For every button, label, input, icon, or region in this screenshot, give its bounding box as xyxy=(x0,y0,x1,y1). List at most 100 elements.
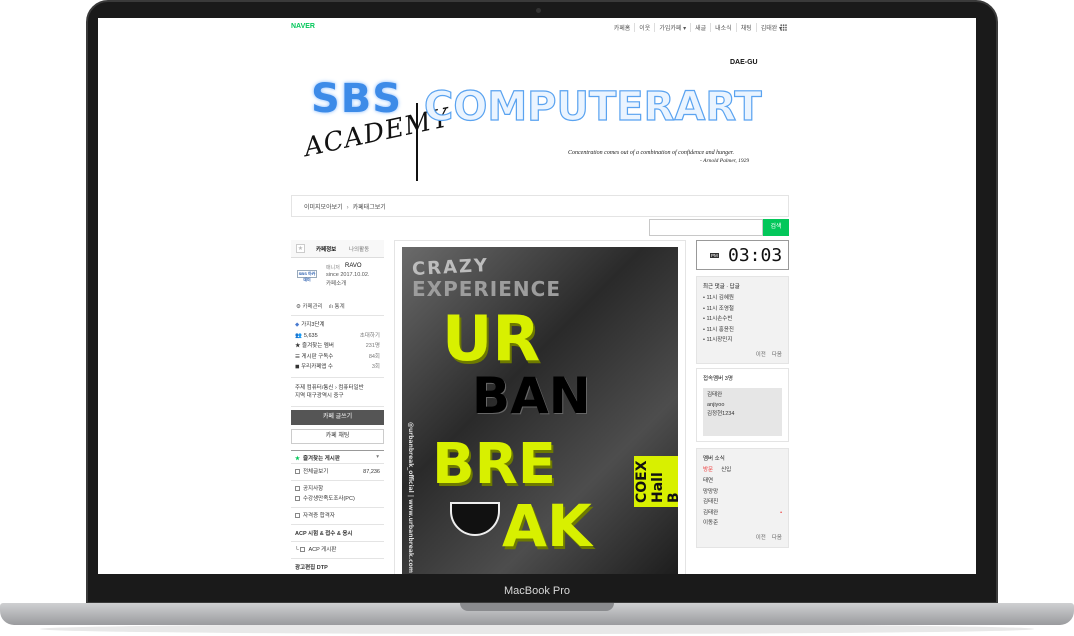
next-button[interactable]: 다음 xyxy=(772,352,782,358)
cafe-manage-link[interactable]: ⚙ 카페관리 xyxy=(296,304,323,310)
poster-venue: COEX Hall B xyxy=(634,456,678,507)
board-icon xyxy=(295,485,300,491)
tab-cafe-info[interactable]: 카페정보 xyxy=(316,245,336,253)
prev-button[interactable]: 이전 xyxy=(756,535,766,541)
section-acp: ACP 시험 & 접수 & 응시 xyxy=(291,525,384,542)
comment-item[interactable]: • 11시 김혜원 xyxy=(703,293,782,304)
crumb-separator: › xyxy=(346,205,349,211)
menu-cert-passers[interactable]: 자격증 합격자 xyxy=(303,513,335,519)
fav-boards-header[interactable]: ★ 즐겨찾는 게시판 ▾ xyxy=(291,449,384,464)
invite-link[interactable]: 초대하기 xyxy=(360,331,380,342)
cafe-intro-link[interactable]: 카페소개 xyxy=(326,279,346,287)
clock-ampm: PM xyxy=(710,253,719,258)
nav-cafe-home[interactable]: 카페홈 xyxy=(610,23,635,32)
tab-my-activity[interactable]: 나의활동 xyxy=(349,245,369,253)
comment-item[interactable]: • 11시 조영철 xyxy=(703,304,782,315)
manager-label: 매니저 xyxy=(326,265,340,271)
nav-joined-cafes[interactable]: 가입카페 ▾ xyxy=(654,23,690,32)
member-item[interactable]: 김태완 • xyxy=(703,508,782,519)
member-item[interactable]: 김태진 xyxy=(703,497,782,508)
poster-ban: BAN xyxy=(472,367,591,425)
write-post-button[interactable]: 카페 글쓰기 xyxy=(291,409,384,425)
laptop-shadow xyxy=(40,624,1034,634)
crumb-image-view[interactable]: 이미지모아보기 xyxy=(304,205,343,211)
member-count[interactable]: 5,635 xyxy=(304,333,318,339)
topic-line: 주제 컴퓨터/통신 › 컴퓨터일반 xyxy=(295,384,364,391)
cafe-search-input[interactable] xyxy=(649,219,763,236)
online-members-box: 접속멤버 3명 김태완 anjiyoo 김정현1234 xyxy=(696,368,789,442)
cafe-chat-button[interactable]: 카페 채팅 xyxy=(291,428,384,444)
banner-quote-author: - Arnold Palmer, 1929 xyxy=(700,158,750,164)
recent-comments-title: 최근 댓글 · 답글 xyxy=(703,284,740,290)
top-nav: 카페홈 이웃 가입카페 ▾ 새글 내소식 채팅 김태완 ▾ xyxy=(610,23,786,32)
device-label: MacBook Pro xyxy=(503,585,571,597)
news-pager: 이전 다음 xyxy=(697,529,788,545)
cafe-profile: SBS 아카데미 매니저 RAVO since 2017.10.02. 카페소개 xyxy=(291,258,384,302)
tab-new[interactable]: 신입 xyxy=(721,467,731,473)
prev-button[interactable]: 이전 xyxy=(756,352,766,358)
all-posts-count: 87,236 xyxy=(363,468,380,475)
cafe-topic: 주제 컴퓨터/통신 › 컴퓨터일반 지역 대구광역시 중구 xyxy=(291,378,384,407)
left-sidebar: ★ 카페정보 나의활동 SBS 아카데미 매니저 RAVO since 2017… xyxy=(291,240,384,574)
online-members-list: 김태완 anjiyoo 김정현1234 xyxy=(703,388,782,436)
banner-divider xyxy=(416,103,418,181)
members-icon: 👥 xyxy=(295,332,302,339)
poster-experience: EXPERIENCE xyxy=(412,277,561,301)
star-icon[interactable]: ★ xyxy=(296,244,305,253)
post-poster-image[interactable]: CRAZY EXPERIENCE @urbanbreak_official | … xyxy=(402,247,678,574)
manage-row: ⚙ 카페관리 ılı 통계 xyxy=(291,302,384,316)
online-member[interactable]: 김정현1234 xyxy=(707,410,778,420)
banner-quote: Concentration comes out of a combination… xyxy=(568,150,734,156)
new-dot-icon: • xyxy=(780,509,782,516)
comment-item[interactable]: • 11시장민지 xyxy=(703,335,782,346)
board-subs-count: 84회 xyxy=(368,353,380,360)
menu-survey[interactable]: 수강생만족도조사(PC) xyxy=(303,496,355,502)
naver-logo[interactable]: NAVER xyxy=(291,23,315,30)
camera-icon xyxy=(536,8,541,13)
online-member[interactable]: 김태완 xyxy=(707,391,778,401)
nav-new-posts[interactable]: 새글 xyxy=(690,23,710,32)
manager-name[interactable]: RAVO xyxy=(345,263,362,269)
board-icon xyxy=(300,546,306,552)
apps-grid-icon[interactable] xyxy=(780,24,787,31)
search-button[interactable]: 검색 xyxy=(763,219,789,236)
member-item[interactable]: 이동준 xyxy=(703,518,782,529)
level: 가지3단계 xyxy=(301,322,325,328)
cafe-app-label: 우리카페앱 수 xyxy=(301,364,333,370)
next-button[interactable]: 다음 xyxy=(772,535,782,541)
crumb-tag-view[interactable]: 카페태그보기 xyxy=(353,205,386,211)
nav-chat[interactable]: 채팅 xyxy=(735,23,756,32)
fav-boards-label: 즐겨찾는 게시판 xyxy=(302,455,340,462)
menu-all-posts: 전체글보기 87,236 xyxy=(291,464,384,481)
nav-neighbor[interactable]: 이웃 xyxy=(634,23,654,32)
member-news-title: 멤버 소식 xyxy=(703,456,725,462)
nav-my-news[interactable]: 내소식 xyxy=(710,23,736,32)
comment-item[interactable]: • 11시 홍윤진 xyxy=(703,325,782,336)
member-news-box: 멤버 소식 방문 신입 태연 망망망 김태진 김태완 • 이동준 이전 다음 xyxy=(696,448,789,548)
chevron-down-icon[interactable]: ▾ xyxy=(376,454,379,460)
comment-item[interactable]: • 11시손수빈 xyxy=(703,314,782,325)
laptop-notch xyxy=(460,603,614,611)
cafe-stats: ◆ 가지3단계 👥 5,635 초대하기 ★ 즐겨찾는 멤버 231명 ☰ 게시판 구독… xyxy=(291,316,384,378)
poster-side-text: @urbanbreak_official | www.urbanbreak.co… xyxy=(407,422,414,574)
menu-group-2: 자격증 합격자 xyxy=(291,508,384,525)
tab-visit[interactable]: 방문 xyxy=(703,467,713,473)
board-subs-label: 게시판 구독수 xyxy=(301,353,334,360)
stats-link[interactable]: ılı 통계 xyxy=(329,304,345,310)
menu-group-1: 공지사항 수강생만족도조사(PC) xyxy=(291,481,384,508)
online-member[interactable]: anjiyoo xyxy=(707,401,778,411)
poster-ur: UR xyxy=(442,302,541,375)
breadcrumb: 이미지모아보기 › 카페태그보기 xyxy=(291,195,789,217)
cafe-app-count: 3회 xyxy=(371,364,380,370)
menu-acp-board[interactable]: ACP 게시판 xyxy=(308,547,336,553)
member-news-tabs: 방문 신입 xyxy=(697,465,788,476)
menu-notice[interactable]: 공지사항 xyxy=(303,486,323,492)
menu-group-3: └ ACP 게시판 xyxy=(291,542,384,559)
fav-members-count: 231명 xyxy=(365,343,380,349)
browser-screen: NAVER 카페홈 이웃 가입카페 ▾ 새글 내소식 채팅 김태완 ▾ DAE-… xyxy=(98,18,976,574)
all-posts-link[interactable]: 전체글보기 xyxy=(303,469,328,475)
member-item[interactable]: 태연 xyxy=(703,476,782,487)
fav-members-label: 즐겨찾는 멤버 xyxy=(302,343,334,349)
member-item[interactable]: 망망망 xyxy=(703,487,782,498)
board-icon xyxy=(295,512,300,518)
